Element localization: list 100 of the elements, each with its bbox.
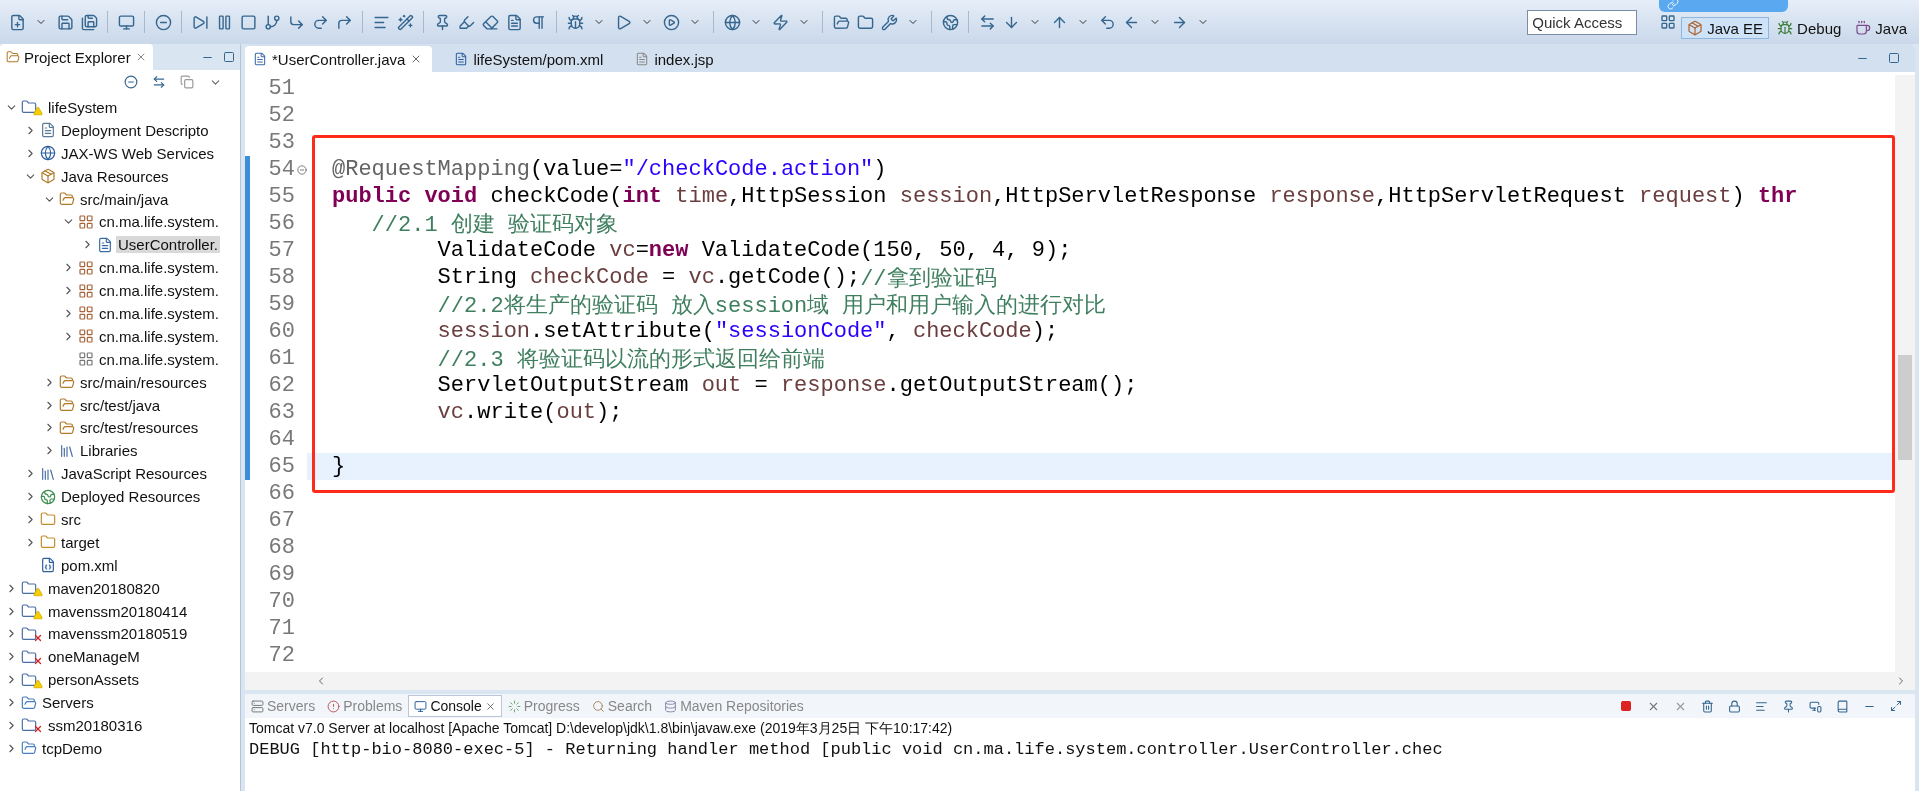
panel-tab[interactable]: Console [408, 695, 502, 717]
tree-item[interactable]: src/main/resources [78, 373, 209, 391]
package-icon [78, 351, 94, 368]
tree-item[interactable]: cn.ma.life.system. [97, 213, 222, 231]
code-line: String checkCode = vc.getCode();//拿到验证码 [436, 264, 998, 291]
tree-item[interactable]: pom.xml [59, 556, 120, 574]
tree-item[interactable]: Java Resources [59, 167, 171, 185]
folder-icon [40, 534, 56, 551]
tree-item[interactable]: mavenssm20180414 [46, 602, 190, 620]
xml-file-icon [40, 557, 56, 574]
tree-item[interactable]: src/test/java [78, 396, 163, 414]
line-number: 58 [267, 265, 296, 290]
code-line: //2.1 创建 验证码对象 [370, 211, 620, 237]
vertical-scrollbar[interactable] [1895, 75, 1915, 672]
tree-item[interactable]: src/test/resources [78, 419, 201, 437]
project-folder-icon [21, 648, 37, 665]
package-icon [78, 213, 94, 230]
code-line: ServletOutputStream out = response.getOutputStream(); [436, 372, 1139, 399]
tree-item[interactable]: UserController. [116, 236, 221, 254]
globe-icon [40, 145, 56, 162]
tree-item[interactable]: ssm20180316 [46, 717, 145, 734]
console-title: Tomcat v7.0 Server at localhost [Apache Tomcat] D:\develop\jdk\1.8\bin\javaw.exe (2019年3月25日 下午10:17:42) [248, 719, 954, 738]
tree-item[interactable]: src [59, 510, 83, 528]
folder-icon [6, 50, 20, 64]
project-folder-icon [21, 580, 37, 597]
line-number: 72 [267, 643, 296, 668]
code-line: ValidateCode vc=new ValidateCode(150, 50, 4, 9); [436, 237, 1073, 264]
editor-tab[interactable]: index.jsp [627, 46, 724, 72]
database-icon [664, 699, 678, 713]
line-number: 56 [267, 211, 296, 236]
console-line: DEBUG [http-bio-8080-exec-5] - Returning handler method [public void cn.ma.life.system.controller.UserController.chec [248, 740, 1444, 759]
document-icon [40, 122, 56, 139]
code-line: //2.2将生产的验证码 放入session域 用户和用户输入的进行对比 [436, 292, 1108, 318]
tree-item[interactable]: Servers [40, 694, 96, 712]
library-icon [40, 465, 56, 482]
source-folder-icon [59, 419, 75, 436]
tree-item[interactable]: cn.ma.life.system. [97, 282, 222, 300]
package-icon [40, 168, 56, 185]
line-number: 55 [267, 184, 296, 209]
project-folder-icon [21, 717, 37, 734]
tree-item[interactable]: maven20180820 [46, 579, 162, 597]
tree-item[interactable]: JAX-WS Web Services [59, 144, 217, 162]
tree-item[interactable]: JavaScript Resources [59, 465, 209, 483]
project-folder-icon [21, 671, 37, 688]
tree-item[interactable]: cn.ma.life.system. [97, 304, 222, 322]
editor-tab[interactable]: lifeSystem/pom.xml [446, 46, 614, 72]
line-number: 61 [267, 346, 296, 371]
folder-icon [21, 694, 37, 711]
line-number: 70 [267, 589, 296, 614]
java-file-icon [97, 236, 113, 253]
line-number: 51 [267, 76, 296, 101]
project-folder-icon [21, 99, 37, 116]
tree-item[interactable]: cn.ma.life.system. [97, 259, 222, 277]
project-explorer-tab[interactable]: Project Explorer [0, 44, 153, 70]
tree-item[interactable]: cn.ma.life.system. [97, 327, 222, 345]
tree-item[interactable]: src/main/java [78, 190, 171, 208]
fold-icon[interactable] [297, 164, 307, 175]
perspective-icon [1687, 20, 1704, 36]
project-folder-icon [21, 603, 37, 620]
package-icon [78, 282, 94, 299]
tree-item[interactable]: tcpDemo [40, 739, 105, 757]
project-folder-icon [21, 625, 37, 642]
tree-item[interactable]: oneManageM [46, 648, 142, 666]
tree-item[interactable]: lifeSystem [46, 98, 120, 116]
line-number: 65 [267, 454, 296, 479]
code-line: vc.write(out); [436, 399, 624, 426]
perspective-button[interactable]: Java [1849, 17, 1913, 39]
tree-item[interactable]: cn.ma.life.system. [97, 350, 222, 368]
package-icon [78, 259, 94, 276]
link-icon [1667, 0, 1679, 10]
tree-item[interactable]: personAssets [46, 671, 141, 689]
source-folder-icon [59, 397, 75, 413]
tree-item[interactable]: Deployed Resources [59, 488, 203, 506]
perspective-icon [1855, 20, 1872, 36]
line-number: 66 [267, 481, 296, 506]
perspective-button[interactable]: Debug [1771, 17, 1848, 39]
line-number: 54 [267, 157, 296, 182]
package-icon [78, 328, 94, 345]
source-folder-icon [59, 374, 75, 391]
line-number: 68 [267, 535, 296, 560]
jsp-file-icon [635, 52, 650, 66]
tree-item[interactable]: target [59, 533, 102, 551]
code-line: public void checkCode(int time,HttpSession session,HttpServletResponse response,HttpServletRequest request) thr [331, 183, 1799, 210]
line-number: 64 [267, 427, 296, 452]
line-number: 53 [267, 130, 296, 155]
progress-icon [507, 699, 521, 713]
tree-item[interactable]: Deployment Descripto [59, 121, 211, 139]
quick-access-field[interactable]: Quick Access [1527, 9, 1638, 35]
line-number: 67 [267, 508, 296, 533]
close-icon [484, 700, 496, 712]
line-number: 62 [267, 373, 296, 398]
tree-item[interactable]: Libraries [78, 442, 140, 460]
scrollbar-thumb[interactable] [1898, 355, 1912, 460]
tree-item[interactable]: mavenssm20180519 [46, 625, 190, 643]
server-icon [251, 699, 264, 713]
perspective-button[interactable]: Java EE [1681, 17, 1770, 39]
editor-tab[interactable]: *UserController.java [245, 46, 433, 72]
line-number: 52 [267, 103, 296, 128]
java-file-icon [253, 52, 267, 66]
search-icon [591, 699, 605, 713]
